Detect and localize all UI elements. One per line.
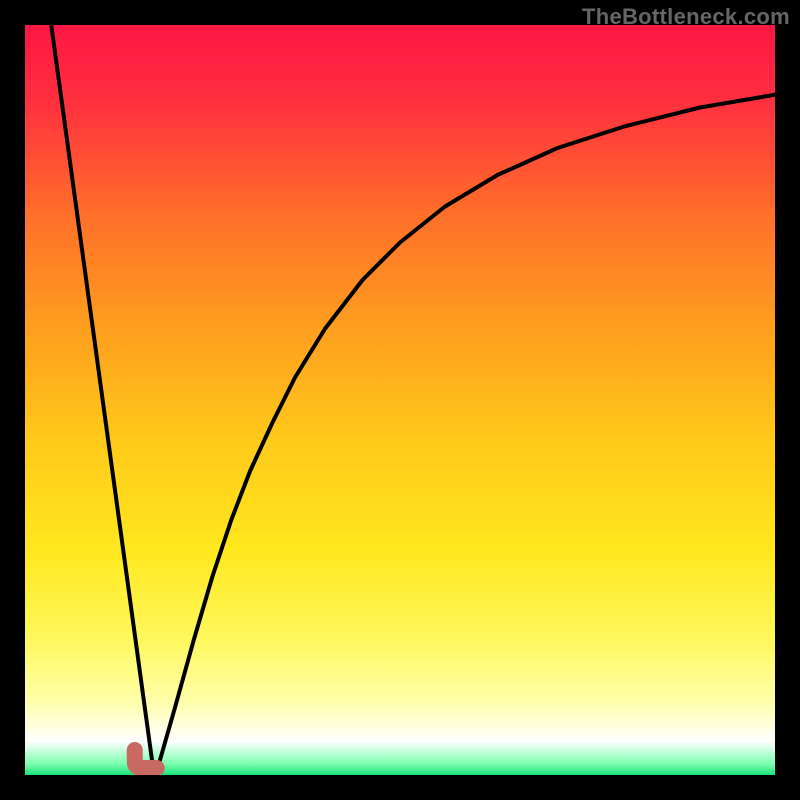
plot-area (25, 25, 775, 775)
chart-canvas (25, 25, 775, 775)
watermark-text: TheBottleneck.com (582, 4, 790, 30)
chart-frame: TheBottleneck.com (0, 0, 800, 800)
